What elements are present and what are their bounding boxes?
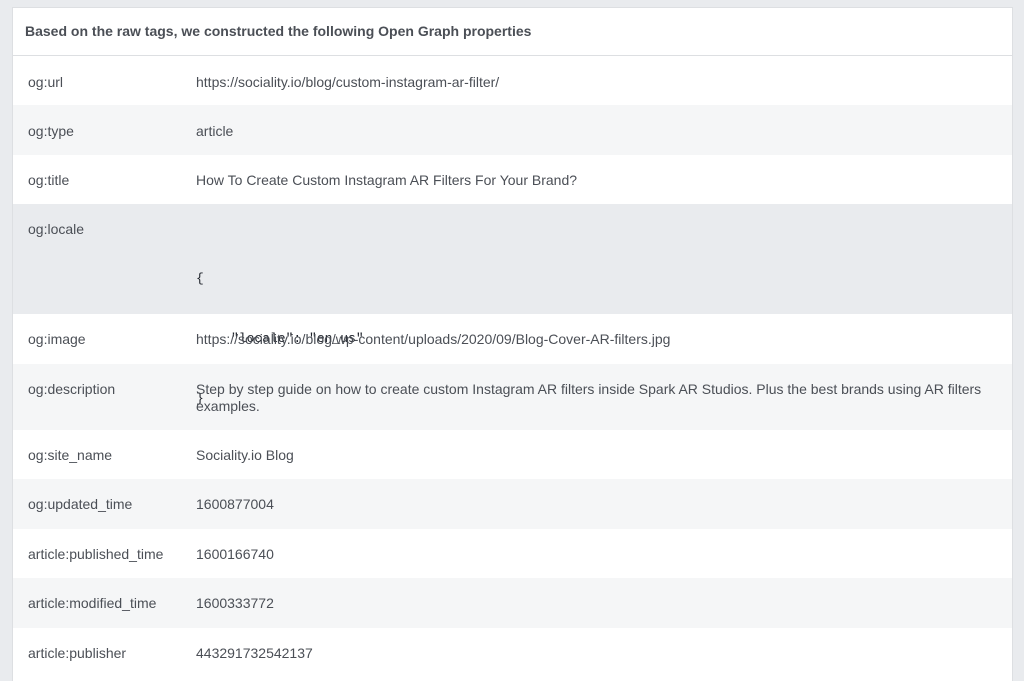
property-value[interactable]: https://sociality.io/blog/custom-instagr…	[196, 74, 1012, 91]
property-value: How To Create Custom Instagram AR Filter…	[196, 172, 578, 188]
table-row-article-publisher: article:publisher 443291732542137	[13, 628, 1012, 678]
property-key: article:published_time	[28, 546, 164, 562]
table-row-og-url: og:url https://sociality.io/blog/custom-…	[13, 56, 1012, 105]
property-key: og:site_name	[28, 447, 113, 463]
property-key: og:updated_time	[28, 496, 133, 512]
property-key: article:modified_time	[28, 595, 157, 611]
json-open-brace: {	[196, 271, 204, 286]
property-value: article	[196, 123, 234, 139]
property-key: og:url	[28, 74, 64, 90]
table-row-og-title: og:title How To Create Custom Instagram …	[13, 155, 1012, 204]
property-value: 1600166740	[196, 546, 274, 562]
property-value[interactable]: https://sociality.io/blog/wp-content/upl…	[196, 331, 1012, 348]
table-row-article-modified-time: article:modified_time 1600333772	[13, 578, 1012, 628]
property-key: og:locale	[28, 221, 85, 237]
property-key: og:type	[28, 123, 74, 139]
panel-title: Based on the raw tags, we constructed th…	[13, 8, 1012, 56]
property-value: 1600877004	[196, 496, 274, 512]
table-row-og-type: og:type article	[13, 105, 1012, 155]
table-row-article-published-time: article:published_time 1600166740	[13, 529, 1012, 578]
table-row-og-locale: og:locale { "locale": "en_us" }	[13, 204, 1012, 406]
property-value: Sociality.io Blog	[196, 447, 294, 463]
property-key: og:image	[28, 331, 86, 347]
property-key: article:publisher	[28, 645, 127, 661]
property-key: og:title	[28, 172, 70, 188]
property-value: Step by step guide on how to create cust…	[196, 381, 982, 414]
property-value: 443291732542137	[196, 645, 313, 661]
table-row-og-updated-time: og:updated_time 1600877004	[13, 479, 1012, 529]
property-value: 1600333772	[196, 595, 274, 611]
property-key: og:description	[28, 381, 116, 397]
open-graph-properties-panel: Based on the raw tags, we constructed th…	[12, 7, 1013, 681]
